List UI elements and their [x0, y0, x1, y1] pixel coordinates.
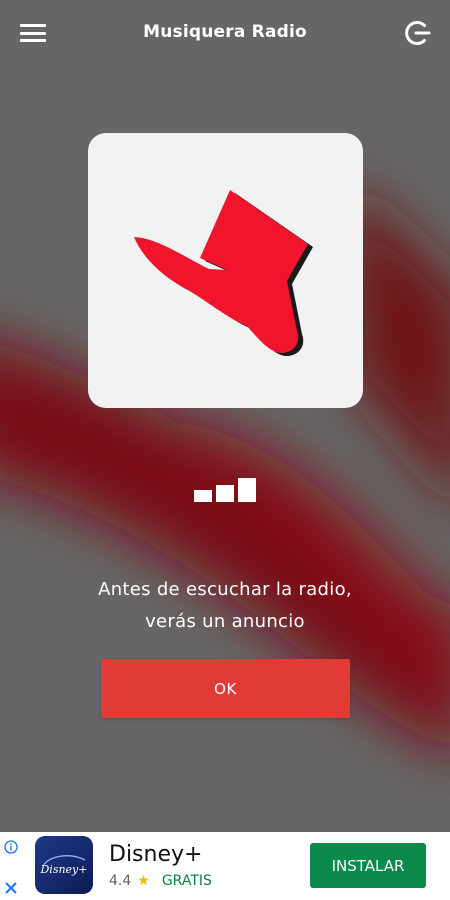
info-icon[interactable] [4, 840, 18, 854]
ad-banner[interactable]: Disney+ Disney+ 4.4 ★ GRATIS INSTALAR [0, 832, 450, 900]
ok-button[interactable]: OK [101, 659, 350, 718]
notice-line-2: verás un anuncio [145, 611, 305, 632]
ad-app-name[interactable]: Disney+ [109, 842, 202, 867]
app-screen: Musiquera Radio Antes de escuchar la rad… [0, 0, 450, 832]
notice-line-1: Antes de escuchar la radio, [98, 579, 352, 600]
close-icon[interactable] [3, 880, 19, 896]
exit-button[interactable] [398, 14, 436, 52]
svg-text:Disney+: Disney+ [39, 863, 87, 876]
star-icon: ★ [137, 873, 150, 889]
ad-price: GRATIS [161, 873, 212, 889]
app-title: Musiquera Radio [143, 22, 307, 42]
ad-rating-value: 4.4 [109, 873, 132, 889]
ad-rating-row: 4.4 ★ GRATIS [109, 873, 212, 889]
disney-plus-app-icon[interactable]: Disney+ [35, 836, 93, 894]
power-exit-icon [405, 21, 431, 45]
station-logo-card [88, 133, 363, 408]
top-bar: Musiquera Radio [0, 0, 450, 70]
disney-plus-logo-icon: Disney+ [39, 855, 88, 876]
install-button[interactable]: INSTALAR [310, 843, 426, 888]
signal-bars-icon [194, 476, 258, 502]
musiquera-logo-icon [134, 190, 313, 357]
ad-notice-text: Antes de escuchar la radio, verás un anu… [30, 574, 420, 638]
